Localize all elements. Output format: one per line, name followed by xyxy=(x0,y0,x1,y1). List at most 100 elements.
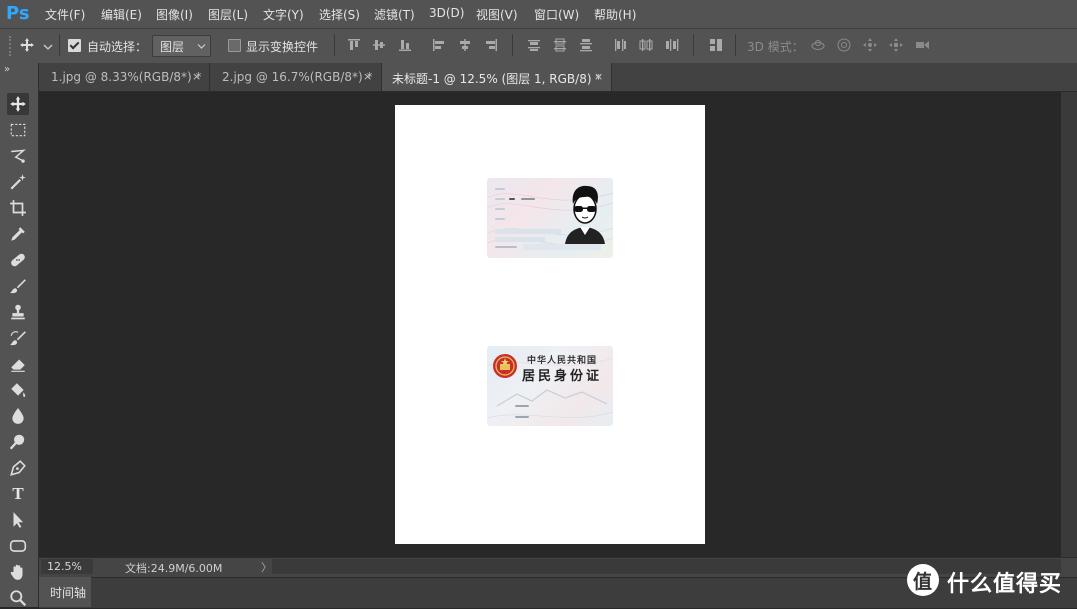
tab-document-1[interactable]: 1.jpg @ 8.33%(RGB/8*) * × xyxy=(39,63,210,91)
field-label xyxy=(495,246,517,248)
distribute-hcenter-icon[interactable] xyxy=(638,37,654,53)
dodge-icon xyxy=(9,434,25,450)
crop-tool[interactable] xyxy=(7,197,29,219)
move-tool-preset[interactable] xyxy=(19,37,35,56)
status-menu-arrow-icon[interactable]: 〉 xyxy=(261,559,272,575)
distribute-vcenter-icon[interactable] xyxy=(552,37,568,53)
address-field xyxy=(495,229,561,234)
menu-view[interactable]: 视图(V) xyxy=(476,6,518,23)
auto-select-checkbox[interactable] xyxy=(68,39,81,52)
lasso-icon xyxy=(11,149,26,163)
vertical-scrollbar[interactable] xyxy=(1061,92,1077,557)
blur-tool[interactable] xyxy=(7,405,29,427)
menu-edit[interactable]: 编辑(E) xyxy=(101,6,142,23)
auto-align-icon[interactable] xyxy=(708,37,724,53)
magic-wand-icon xyxy=(10,174,26,190)
close-icon[interactable]: × xyxy=(192,70,201,83)
menu-image[interactable]: 图像(I) xyxy=(156,6,193,23)
dodge-tool[interactable] xyxy=(7,431,29,453)
shape-tool[interactable] xyxy=(7,535,29,557)
card-title-main: 居民身份证 xyxy=(522,369,603,384)
id-number-field xyxy=(523,244,601,250)
align-vcenter-icon[interactable] xyxy=(371,37,387,53)
lasso-tool[interactable] xyxy=(7,145,29,167)
menu-file[interactable]: 文件(F) xyxy=(45,6,85,23)
divider xyxy=(334,34,335,56)
show-transform-checkbox[interactable] xyxy=(228,39,241,52)
tab-document-untitled[interactable]: 未标题-1 @ 12.5% (图层 1, RGB/8) * × xyxy=(382,63,612,91)
3d-pan-icon[interactable] xyxy=(862,37,878,53)
hand-tool[interactable] xyxy=(7,561,29,583)
3d-slide-icon[interactable] xyxy=(888,37,904,53)
distribute-bottom-icon[interactable] xyxy=(578,37,594,53)
move-icon xyxy=(20,38,34,52)
pen-tool[interactable] xyxy=(7,457,29,479)
field-label xyxy=(495,208,505,210)
field-label xyxy=(495,188,505,190)
healing-brush-tool[interactable] xyxy=(7,249,29,271)
hand-icon xyxy=(10,564,23,580)
move-tool[interactable] xyxy=(7,93,29,115)
field-label xyxy=(495,218,505,220)
document-canvas[interactable] xyxy=(395,105,705,544)
pen-icon xyxy=(10,460,26,476)
menu-filter[interactable]: 滤镜(T) xyxy=(374,6,415,23)
distribute-top-icon[interactable] xyxy=(526,37,542,53)
align-bottom-icon[interactable] xyxy=(397,37,413,53)
align-top-icon[interactable] xyxy=(346,37,362,53)
menu-3d[interactable]: 3D(D) xyxy=(429,6,464,20)
clone-stamp-tool[interactable] xyxy=(7,301,29,323)
3d-orbit-icon[interactable] xyxy=(810,37,826,53)
id-card-front-image xyxy=(487,178,613,258)
watermark-text: 什么值得买 xyxy=(947,572,1063,597)
type-tool[interactable]: T xyxy=(7,483,29,505)
menu-layer[interactable]: 图层(L) xyxy=(208,6,248,23)
auto-select-target-dropdown[interactable]: 图层 xyxy=(152,35,211,57)
field-label xyxy=(495,198,505,200)
menu-help[interactable]: 帮助(H) xyxy=(594,6,636,23)
portrait-photo xyxy=(565,185,605,244)
tab-label: 未标题-1 @ 12.5% (图层 1, RGB/8) * xyxy=(392,72,602,86)
menu-window[interactable]: 窗口(W) xyxy=(534,6,579,23)
3d-roll-icon[interactable] xyxy=(836,37,852,53)
arrow-cursor-icon xyxy=(13,512,24,528)
brush-icon xyxy=(10,279,26,294)
eraser-tool[interactable] xyxy=(7,353,29,375)
menu-bar: Ps 文件(F) 编辑(E) 图像(I) 图层(L) 文字(Y) 选择(S) 滤… xyxy=(0,0,1077,28)
history-brush-tool[interactable] xyxy=(7,327,29,349)
path-selection-tool[interactable] xyxy=(7,509,29,531)
eyedropper-tool[interactable] xyxy=(7,223,29,245)
options-grip[interactable] xyxy=(9,36,17,56)
eraser-icon xyxy=(11,359,25,372)
menu-select[interactable]: 选择(S) xyxy=(319,6,360,23)
field-value xyxy=(521,198,535,200)
divider xyxy=(512,34,513,56)
paint-bucket-tool[interactable] xyxy=(7,379,29,401)
chevron-down-icon[interactable] xyxy=(43,40,53,54)
rounded-rectangle-icon xyxy=(9,540,27,552)
marquee-icon xyxy=(10,123,26,137)
distribute-left-icon[interactable] xyxy=(612,37,628,53)
align-right-icon[interactable] xyxy=(483,37,499,53)
type-icon: T xyxy=(12,484,24,503)
align-hcenter-icon[interactable] xyxy=(457,37,473,53)
close-icon[interactable]: × xyxy=(363,70,372,83)
magic-wand-tool[interactable] xyxy=(7,171,29,193)
stamp-icon xyxy=(11,304,25,320)
panel-collapse-icon[interactable]: » xyxy=(4,64,10,75)
watermark-logo-icon: 值 xyxy=(907,564,939,596)
document-size-info: 文档:24.9M/6.00M xyxy=(125,562,223,575)
menu-type[interactable]: 文字(Y) xyxy=(263,6,304,23)
zoom-level-field[interactable]: 12.5% xyxy=(41,559,93,574)
tab-document-2[interactable]: 2.jpg @ 16.7%(RGB/8*) * × xyxy=(210,63,382,91)
align-left-icon[interactable] xyxy=(431,37,447,53)
brush-tool[interactable] xyxy=(7,275,29,297)
divider xyxy=(59,34,60,56)
zoom-tool[interactable] xyxy=(7,587,29,609)
distribute-right-icon[interactable] xyxy=(664,37,680,53)
marquee-tool[interactable] xyxy=(7,119,29,141)
close-icon[interactable]: × xyxy=(594,70,603,83)
chevron-down-icon xyxy=(197,44,206,49)
divider xyxy=(735,34,736,56)
3d-scale-icon[interactable] xyxy=(914,37,930,53)
